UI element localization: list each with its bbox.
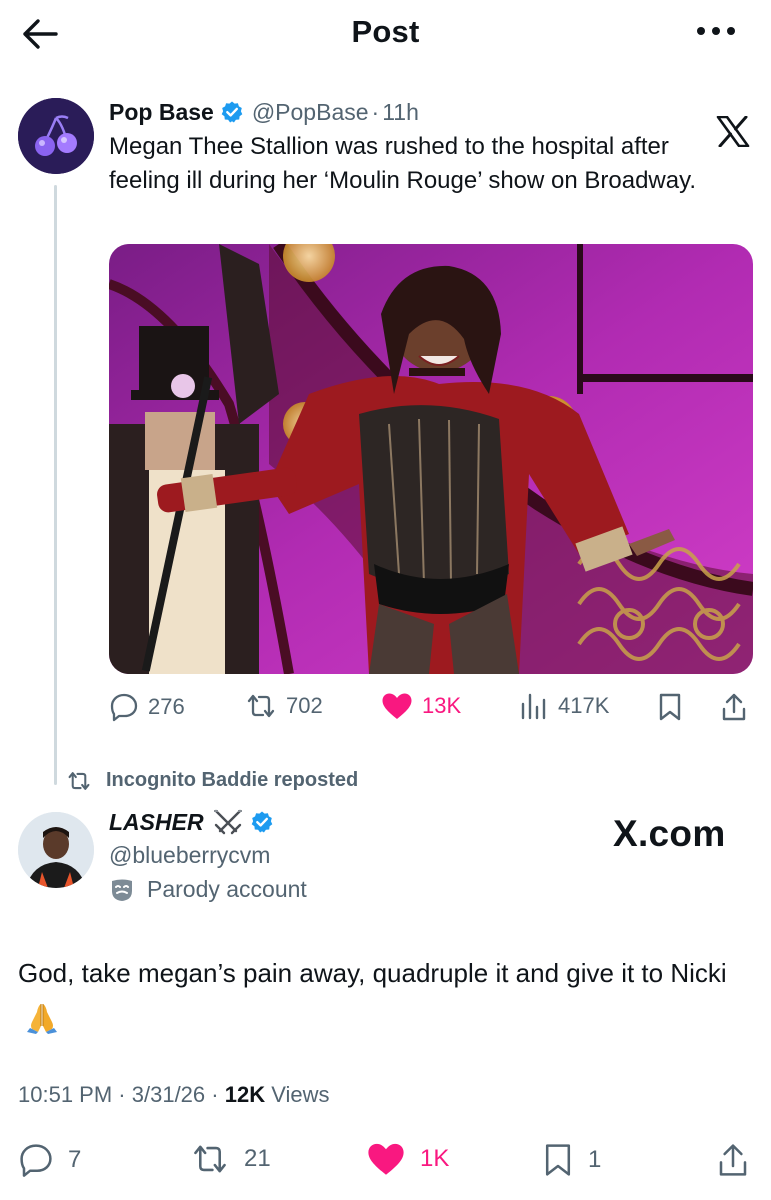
heart-icon	[381, 692, 413, 720]
views-label: Views	[271, 1082, 330, 1107]
reply-icon	[109, 692, 139, 722]
views-icon	[519, 692, 549, 720]
popbase-avatar[interactable]	[18, 98, 94, 174]
main-tweet-text: God, take megan’s pain away, quadruple i…	[18, 958, 727, 988]
thread-connector-line	[54, 185, 57, 785]
timestamp[interactable]: 11h	[382, 99, 419, 126]
main-tweet-text-container: God, take megan’s pain away, quadruple i…	[18, 952, 753, 1036]
repost-indicator-text: Incognito Baddie reposted	[106, 769, 359, 791]
pray-hands-icon	[24, 1000, 60, 1035]
more-options-icon[interactable]	[696, 26, 736, 36]
page-title: Post	[351, 14, 420, 49]
author-handle[interactable]: @blueberrycvm	[109, 842, 270, 869]
parent-tweet-text: Megan Thee Stallion was rushed to the ho…	[109, 133, 696, 194]
bookmark-button[interactable]: 1	[542, 1142, 601, 1178]
like-button[interactable]: 13K	[381, 692, 461, 720]
share-icon	[716, 1142, 750, 1178]
reply-button[interactable]: 276	[109, 692, 185, 722]
tweet-media-image[interactable]	[109, 244, 753, 674]
xcom-watermark: X.com	[613, 813, 726, 854]
author-name[interactable]: LASHER	[109, 809, 204, 836]
parent-tweet-actions: 276 702 13K 417K	[109, 692, 753, 724]
reply-icon	[18, 1142, 54, 1178]
author-handle[interactable]: @PopBase	[252, 99, 369, 126]
bookmark-icon	[542, 1142, 574, 1178]
parent-tweet-header: Pop Base @PopBase · 11h	[109, 96, 419, 128]
repost-count: 702	[286, 693, 323, 718]
views-button[interactable]: 417K	[519, 692, 609, 720]
tweet-time: 10:51 PM	[18, 1082, 113, 1107]
main-tweet-name-row: LASHER	[109, 808, 282, 836]
bookmark-count: 1	[588, 1146, 602, 1173]
verified-badge-icon	[220, 100, 244, 124]
separator-dot: ·	[118, 1082, 126, 1107]
reply-button[interactable]: 7	[18, 1142, 81, 1178]
separator-dot: ·	[371, 98, 380, 125]
like-count: 1K	[420, 1145, 450, 1172]
repost-icon	[190, 1142, 230, 1176]
main-tweet-actions: 7 21 1K 1	[18, 1140, 753, 1182]
repost-button[interactable]: 702	[245, 692, 323, 720]
tweet-date: 3/31/26	[131, 1082, 206, 1107]
parody-account-label: Parody account	[109, 876, 307, 903]
repost-button[interactable]: 21	[190, 1142, 271, 1176]
views-count: 12K	[224, 1082, 266, 1107]
tweet-meta: 10:51 PM · 3/31/26 · 12K Views	[18, 1082, 330, 1108]
reply-count: 276	[148, 694, 185, 719]
like-button[interactable]: 1K	[366, 1142, 449, 1176]
views-count: 417K	[558, 693, 610, 718]
share-button[interactable]	[720, 692, 748, 722]
lasher-avatar[interactable]	[18, 812, 94, 888]
author-name[interactable]: Pop Base	[109, 99, 214, 126]
repost-count: 21	[244, 1145, 271, 1172]
parody-account-text: Parody account	[147, 876, 307, 902]
bookmark-button[interactable]	[657, 692, 683, 722]
reply-count: 7	[68, 1146, 82, 1173]
share-icon	[720, 692, 748, 722]
verified-badge-icon	[250, 810, 274, 834]
repost-indicator[interactable]: Incognito Baddie reposted	[66, 769, 358, 792]
repost-icon	[245, 692, 277, 720]
bookmark-icon	[657, 692, 683, 722]
crossed-swords-icon	[212, 808, 244, 836]
mask-icon	[109, 877, 135, 903]
like-count: 13K	[422, 693, 462, 718]
heart-icon	[366, 1142, 406, 1176]
share-button[interactable]	[716, 1142, 750, 1178]
separator-dot: ·	[211, 1082, 219, 1107]
repost-icon	[66, 770, 92, 792]
